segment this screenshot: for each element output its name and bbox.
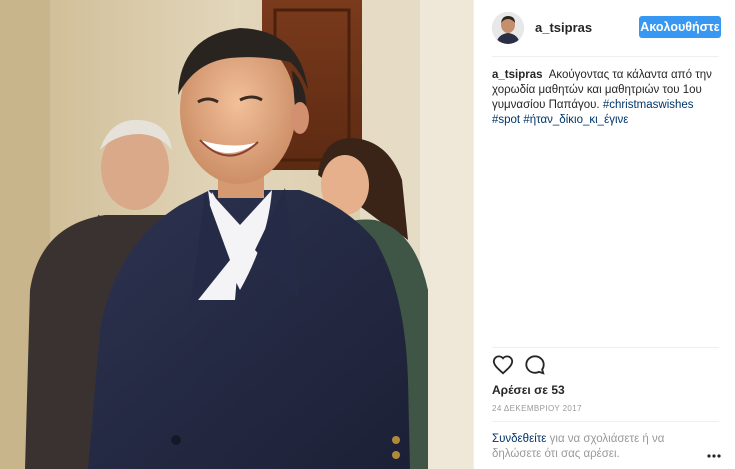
- more-options-icon[interactable]: [707, 446, 721, 458]
- comment-bubble-icon[interactable]: [524, 354, 546, 376]
- post-header: a_tsipras Ακολουθήστε: [474, 0, 735, 54]
- comment-login-prompt: Συνδεθείτε για να σχολιάσετε ή να δηλώσε…: [492, 432, 692, 462]
- post-date: 24 ΔΕΚΕΜΒΡΙΟΥ 2017: [492, 404, 582, 413]
- hashtag-link[interactable]: #spot: [492, 114, 520, 126]
- divider: [492, 56, 719, 57]
- post-photo[interactable]: [0, 0, 473, 469]
- likes-count[interactable]: Αρέσει σε 53: [492, 383, 565, 397]
- hashtag-link[interactable]: #ήταν_δίκιο_κι_έγινε: [523, 114, 628, 126]
- post-caption: a_tsipras Ακούγοντας τα κάλαντα από την …: [492, 68, 722, 128]
- divider: [492, 347, 719, 348]
- follow-button[interactable]: Ακολουθήστε: [639, 16, 721, 38]
- username-link[interactable]: a_tsipras: [535, 20, 592, 35]
- caption-username-link[interactable]: a_tsipras: [492, 69, 543, 81]
- heart-icon[interactable]: [492, 354, 514, 376]
- divider: [492, 421, 719, 422]
- hashtag-link[interactable]: #christmaswishes: [603, 99, 694, 111]
- avatar-image: [492, 12, 524, 44]
- post-photo-image: [0, 0, 473, 469]
- login-link[interactable]: Συνδεθείτε: [492, 433, 546, 445]
- post-side-panel: a_tsipras Ακολουθήστε a_tsipras Ακούγοντ…: [473, 0, 735, 469]
- avatar[interactable]: [492, 12, 524, 44]
